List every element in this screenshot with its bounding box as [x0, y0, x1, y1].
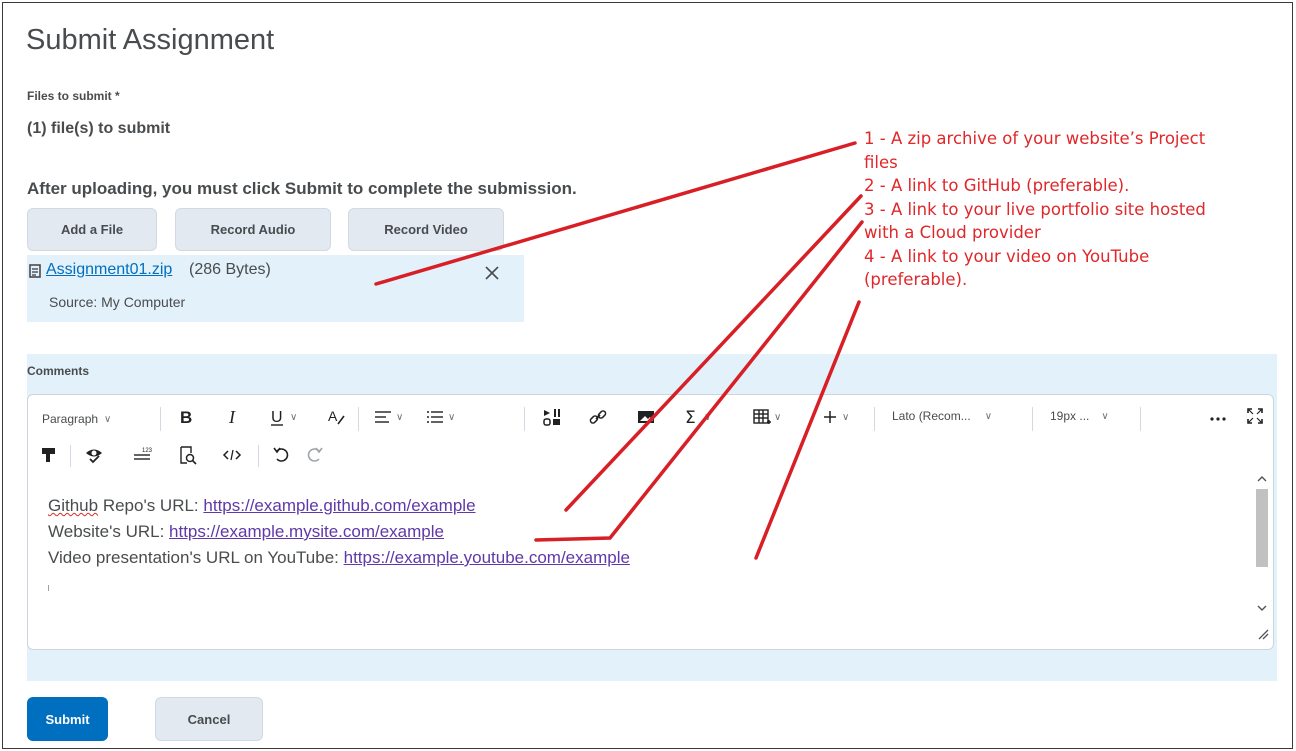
comments-label: Comments [27, 364, 90, 378]
toolbar-divider [358, 407, 359, 431]
youtube-url-link[interactable]: https://example.youtube.com/example [344, 548, 630, 567]
font-size-select[interactable]: 19px ... ∨ [1050, 409, 1109, 423]
files-label: Files to submit * [27, 89, 120, 103]
annotation-item-3: 3 - A link to your live portfolio site h… [864, 199, 1206, 219]
annotation-item-3-cont: with a Cloud provider [864, 223, 1041, 242]
toolbar-divider [1140, 407, 1141, 431]
chevron-down-icon: ∨ [1101, 410, 1109, 422]
files-count: (1) file(s) to submit [27, 120, 171, 137]
resize-handle-icon[interactable] [1257, 627, 1269, 645]
chevron-down-icon: ∨ [774, 411, 782, 423]
paragraph-format-label: Paragraph [42, 412, 99, 426]
image-icon[interactable] [636, 407, 656, 427]
editor-scrollbar[interactable] [1253, 473, 1271, 623]
toolbar-divider [874, 407, 875, 431]
link-icon[interactable] [588, 407, 608, 427]
chevron-down-icon: ∨ [842, 411, 850, 423]
svg-text:123: 123 [142, 448, 152, 454]
website-url-line: Website's URL: https://example.mysite.co… [48, 519, 630, 545]
spellcheck-word: Github [48, 496, 99, 515]
record-video-button[interactable]: Record Video [348, 208, 504, 251]
text-cursor [48, 585, 49, 591]
chevron-down-icon: ∨ [984, 410, 993, 422]
underline-icon[interactable]: U ∨ [268, 407, 297, 427]
file-source: Source: My Computer [49, 294, 186, 310]
svg-text:U: U [271, 409, 283, 426]
toolbar-divider [258, 445, 259, 467]
annotation-item-1: 1 - A zip archive of your website’s Proj… [864, 129, 1206, 148]
equation-icon[interactable]: Σ ∨ [684, 407, 711, 427]
submit-button[interactable]: Submit [27, 697, 108, 741]
add-file-button[interactable]: Add a File [27, 208, 157, 251]
toolbar-divider [524, 407, 525, 431]
svg-text:I: I [228, 407, 236, 427]
word-count-icon[interactable]: 123 [132, 445, 152, 465]
comments-editor[interactable]: Paragraph ∨ B I U ∨ A ∨ ∨ Σ ∨ ∨ ∨ Lato (… [27, 394, 1274, 650]
page-title: Submit Assignment [26, 24, 275, 56]
italic-icon[interactable]: I [226, 407, 242, 427]
chevron-down-icon: ∨ [290, 411, 298, 423]
annotation-item-4-cont: (preferable). [864, 270, 968, 289]
font-size-label: 19px ... [1050, 409, 1090, 423]
chevron-down-icon: ∨ [704, 411, 712, 423]
font-family-label: Lato (Recom... [892, 409, 971, 423]
annotation-item-4: 4 - A link to your video on YouTube [864, 246, 1150, 266]
fullscreen-icon[interactable] [1246, 407, 1264, 425]
website-label: Website's URL: [48, 522, 170, 541]
svg-text:B: B [180, 408, 192, 427]
annotation-item-2: 2 - A link to GitHub (preferable). [864, 176, 1130, 195]
format-painter-icon[interactable] [40, 445, 58, 465]
more-options-icon[interactable] [1208, 407, 1228, 427]
close-icon[interactable] [484, 265, 500, 281]
preview-icon[interactable] [178, 445, 198, 465]
toolbar-divider [70, 445, 71, 467]
insert-stuff-icon[interactable] [542, 407, 562, 427]
accessibility-check-icon[interactable] [84, 445, 104, 465]
annotation-item-1-cont: files [864, 152, 898, 172]
source-code-icon[interactable] [222, 445, 242, 465]
website-url-link[interactable]: https://example.mysite.com/example [169, 522, 444, 541]
file-name-link[interactable]: Assignment01.zip [46, 261, 172, 279]
text-color-icon[interactable]: A [326, 407, 346, 427]
file-size: (286 Bytes) [189, 261, 271, 278]
cancel-button[interactable]: Cancel [155, 697, 263, 741]
undo-icon[interactable] [272, 445, 292, 465]
youtube-url-line: Video presentation's URL on YouTube: htt… [48, 545, 630, 571]
document-icon [29, 264, 41, 278]
github-url-link[interactable]: https://example.github.com/example [203, 496, 475, 515]
chevron-down-icon: ∨ [396, 411, 404, 423]
list-icon[interactable]: ∨ [426, 409, 455, 425]
github-url-line: Github Repo's URL: https://example.githu… [48, 493, 630, 519]
svg-text:Σ: Σ [685, 408, 696, 427]
annotation-callout: 1 - A zip archive of your website’s Proj… [864, 127, 1289, 292]
align-icon[interactable]: ∨ [374, 409, 403, 425]
bold-icon[interactable]: B [178, 407, 194, 427]
toolbar-divider [1032, 407, 1033, 431]
plus-icon[interactable]: ∨ [822, 407, 849, 427]
github-label: Repo's URL: [98, 496, 204, 515]
toolbar-divider [160, 407, 161, 431]
svg-text:A: A [328, 408, 338, 424]
uploaded-file-item: Assignment01.zip (286 Bytes) Source: My … [27, 255, 524, 322]
font-family-select[interactable]: Lato (Recom... ∨ [892, 409, 992, 423]
record-audio-button[interactable]: Record Audio [175, 208, 331, 251]
chevron-down-icon: ∨ [104, 413, 112, 425]
youtube-label: Video presentation's URL on YouTube: [48, 548, 344, 567]
editor-text-area[interactable]: Github Repo's URL: https://example.githu… [48, 493, 630, 597]
chevron-down-icon: ∨ [448, 411, 456, 423]
paragraph-format-select[interactable]: Paragraph ∨ [42, 409, 111, 429]
redo-icon[interactable] [304, 445, 324, 465]
empty-line [48, 571, 630, 597]
upload-instructions: After uploading, you must click Submit t… [27, 179, 577, 198]
table-icon[interactable]: ∨ [752, 407, 781, 427]
comments-section: Comments Paragraph ∨ B I U ∨ A ∨ ∨ Σ ∨ ∨… [27, 354, 1277, 681]
